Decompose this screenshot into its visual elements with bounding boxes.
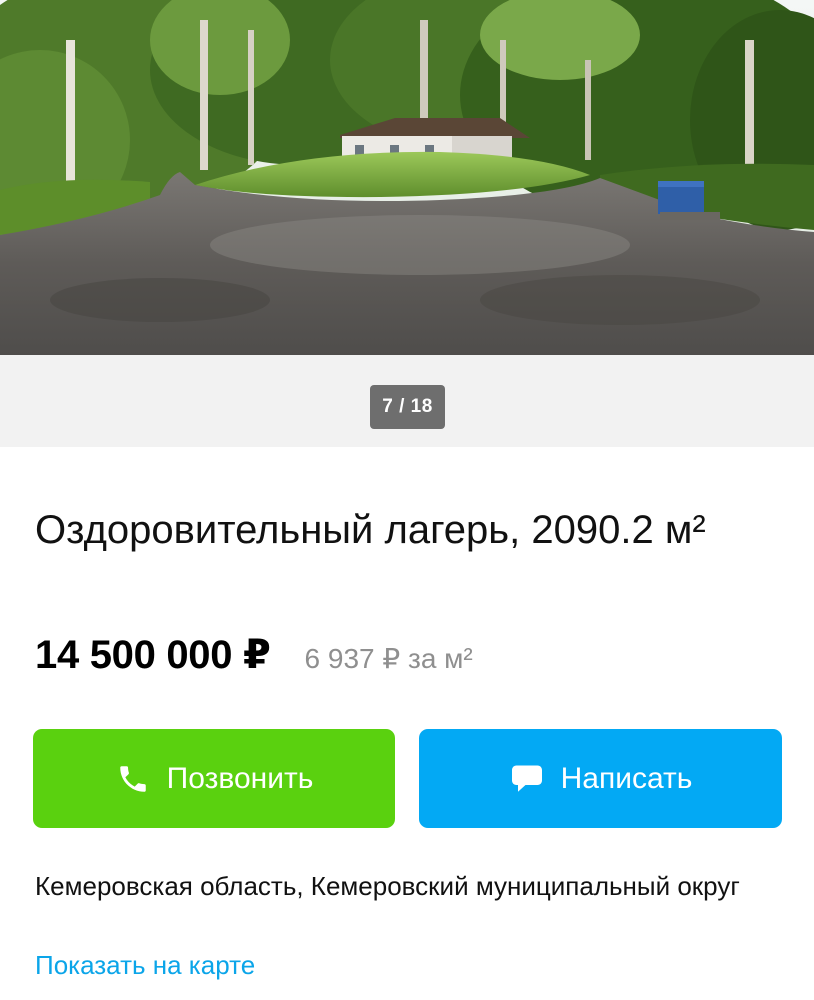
photo-gallery[interactable]: 7 / 18	[0, 0, 814, 447]
show-on-map-link[interactable]: Показать на карте	[35, 947, 255, 983]
price-row: 14 500 000 ₽ 6 937 ₽ за м²	[35, 632, 780, 688]
phone-icon	[115, 761, 151, 797]
write-button-label: Написать	[560, 761, 693, 795]
call-button[interactable]: Позвонить	[33, 729, 395, 828]
listing-photo[interactable]	[0, 0, 814, 355]
write-button[interactable]: Написать	[419, 729, 782, 828]
price-per-sqm: 6 937 ₽ за м²	[304, 643, 473, 674]
listing-price: 14 500 000 ₽	[35, 633, 271, 677]
chat-bubble-icon	[509, 761, 545, 797]
call-button-label: Позвонить	[166, 761, 314, 795]
listing-address: Кемеровская область, Кемеровский муницип…	[35, 871, 740, 901]
photo-counter-badge: 7 / 18	[370, 385, 445, 429]
listing-title: Оздоровительный лагерь, 2090.2 м²	[35, 508, 706, 552]
